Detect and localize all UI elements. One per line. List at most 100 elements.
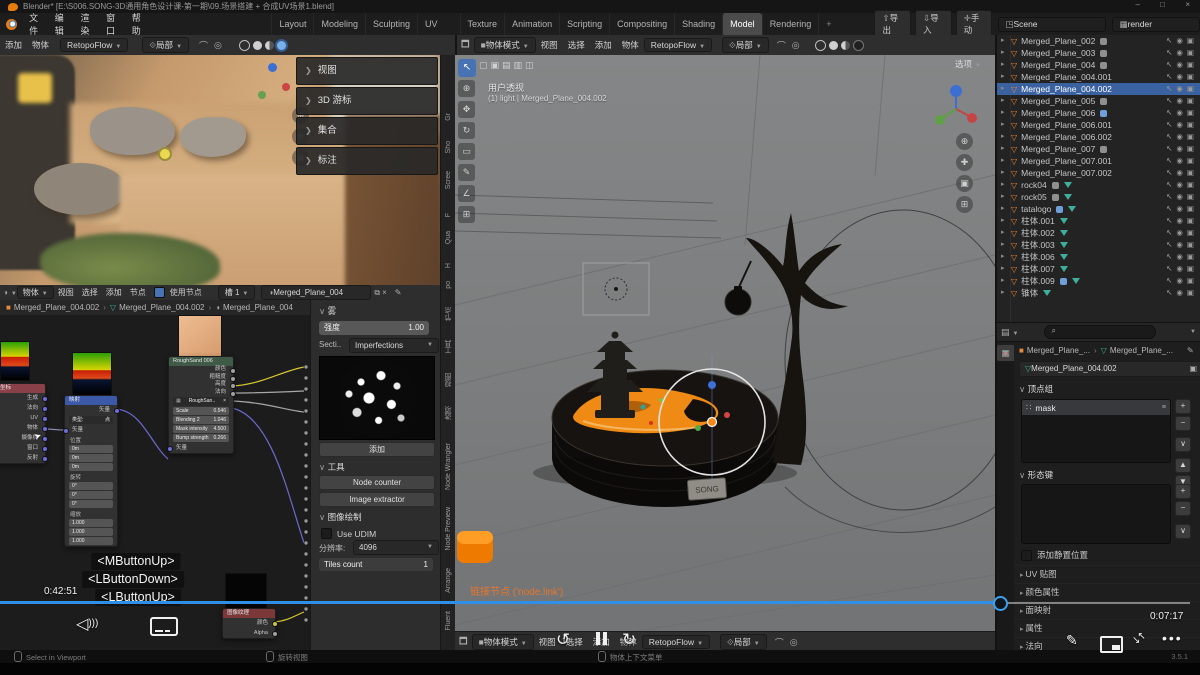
value-field[interactable]: 0m <box>69 463 113 471</box>
node-counter-button[interactable]: Node counter <box>319 475 435 490</box>
volume-icon[interactable]: ◁))) <box>76 614 98 634</box>
object-name[interactable]: 锥体 <box>1021 288 1038 298</box>
menu-item[interactable]: 窗口 <box>100 11 126 37</box>
vertex-groups-panel-header[interactable]: ∨ 顶点组 <box>1019 383 1053 395</box>
sidebar-tab[interactable]: F <box>442 213 455 217</box>
row-restriction-icons[interactable]: ↖◉▣ <box>1166 239 1198 251</box>
object-name[interactable]: Merged_Plane_004.001 <box>1021 72 1112 82</box>
socket-icon[interactable] <box>42 426 48 432</box>
sidebar-tab[interactable]: Node Preview <box>442 507 455 551</box>
row-restriction-icons[interactable]: ↖◉▣ <box>1166 107 1198 119</box>
socket-icon[interactable] <box>230 391 236 397</box>
sidebar-tab[interactable]: 视图 <box>442 373 455 387</box>
rest-position-checkbox[interactable]: 添加静置位置 <box>1021 549 1088 561</box>
outliner-row[interactable]: ▸ ▽Merged_Plane_007.001 ↖◉▣ <box>997 155 1200 167</box>
outliner-row[interactable]: ▸ ▽Merged_Plane_007.002 ↖◉▣ <box>997 167 1200 179</box>
node-output-row[interactable]: 反射 <box>0 453 45 463</box>
chevron-down-icon[interactable]: ▼ <box>1190 329 1196 335</box>
panel-header[interactable]: ∨ 雾 <box>319 305 336 317</box>
outliner-row[interactable]: ▸ ▽Merged_Plane_002 ↖◉▣ <box>997 35 1200 47</box>
view-layer-selector[interactable]: ▦ render <box>1112 17 1200 32</box>
outliner-row[interactable]: ▸ ▽Merged_Plane_005 ↖◉▣ <box>997 95 1200 107</box>
node-output-row[interactable]: 高度 <box>169 381 233 389</box>
scene-selector[interactable]: ◳ Scene <box>998 17 1106 32</box>
overlay-menu-item[interactable]: ❯标注 <box>296 147 438 175</box>
disclosure-triangle-icon[interactable]: ▸ <box>1001 167 1005 179</box>
fake-user-icon[interactable]: ⧉ <box>374 288 380 298</box>
breadcrumb-object[interactable]: Merged_Plane_004.002 <box>14 303 99 312</box>
disclosure-triangle-icon[interactable]: ▸ <box>1001 203 1005 215</box>
workspace-tab[interactable]: Shading <box>674 13 722 35</box>
remove-vertex-group-button[interactable]: − <box>1175 416 1191 431</box>
sidebar-tab[interactable]: po <box>442 281 455 289</box>
object-name[interactable]: 柱体.006 <box>1021 252 1055 262</box>
pip-icon[interactable] <box>1100 636 1123 653</box>
vertex-groups-list[interactable]: ∷ mask ≡ <box>1021 399 1171 463</box>
object-name[interactable]: tatalogo <box>1021 204 1051 214</box>
row-restriction-icons[interactable]: ↖◉▣ <box>1166 143 1198 155</box>
menu-item[interactable]: 节点 <box>126 287 150 298</box>
shader-type-dropdown[interactable]: 物体▼ <box>17 286 54 299</box>
transform-orientation-dropdown[interactable]: ⟐ 局部▼ <box>142 37 189 53</box>
collapsed-panel-header[interactable]: ▸ UV 贴图 <box>1014 565 1200 583</box>
outliner-row[interactable]: ▸ ▽柱体.001 ↖◉▣ <box>997 215 1200 227</box>
object-name[interactable]: Merged_Plane_006.001 <box>1021 120 1112 130</box>
value-field[interactable]: 0° <box>69 482 113 490</box>
socket-icon[interactable] <box>42 406 48 412</box>
unlink-icon[interactable]: × <box>382 288 387 297</box>
overlay-menu-item[interactable]: ❯集合 <box>296 117 438 145</box>
value-slider[interactable]: Bump strength0.266 <box>173 434 229 442</box>
move-up-button[interactable]: ▲ <box>1175 458 1191 473</box>
sidebar-tab[interactable]: Gr <box>442 113 455 121</box>
disclosure-triangle-icon[interactable]: ▸ <box>1001 239 1005 251</box>
disclosure-triangle-icon[interactable]: ▸ <box>1001 227 1005 239</box>
transform-orientation-dropdown[interactable]: ⟐ 局部▼ <box>720 634 767 650</box>
outliner-row[interactable]: ▸ ▽Merged_Plane_004.002 ↖◉▣ <box>997 83 1200 95</box>
rendered-shading-icon[interactable] <box>277 41 286 50</box>
node-output-row[interactable]: 生成 <box>0 393 45 403</box>
mode-dropdown[interactable]: ■ 物体模式▼ <box>474 37 536 53</box>
pan-hand-icon[interactable]: ✚ <box>956 154 973 171</box>
socket-icon[interactable] <box>42 446 48 452</box>
maximize-button[interactable]: □ <box>1160 0 1165 9</box>
disclosure-triangle-icon[interactable]: ▸ <box>1001 71 1005 83</box>
value-field[interactable]: 0° <box>69 500 113 508</box>
workspace-tab[interactable]: Rendering <box>762 13 819 35</box>
node-output-row[interactable]: Alpha <box>223 628 275 638</box>
workspace-tab[interactable]: Modeling <box>313 13 365 35</box>
image-paint-panel-header[interactable]: ∨ 图像绘制 <box>319 511 362 523</box>
texture-preview-box[interactable] <box>319 356 435 440</box>
annotate-pencil-icon[interactable]: ✎ <box>1066 632 1078 649</box>
value-slider[interactable]: Blending 21.046 <box>173 416 229 424</box>
workspace-tab[interactable]: Texture Paint <box>460 13 505 35</box>
outliner-row[interactable]: ▸ ▽柱体.007 ↖◉▣ <box>997 263 1200 275</box>
material-name-field[interactable]: ◑ Merged_Plane_004 <box>261 285 371 300</box>
row-restriction-icons[interactable]: ↖◉▣ <box>1166 203 1198 215</box>
workspace-tab[interactable]: Layout <box>271 13 313 35</box>
wireframe-shading-icon[interactable] <box>239 40 250 51</box>
disclosure-triangle-icon[interactable]: ▸ <box>1001 275 1005 287</box>
properties-tab-icon[interactable]: ▦ <box>997 345 1014 361</box>
outliner-row[interactable]: ▸ ▽柱体.009 ↖◉▣ <box>997 275 1200 287</box>
node-output-row[interactable]: 颜色 <box>223 618 275 628</box>
solid-shading-icon[interactable] <box>253 41 262 50</box>
wireframe-shading-icon[interactable] <box>815 40 826 51</box>
disclosure-triangle-icon[interactable]: ▸ <box>1001 47 1005 59</box>
image-texture-node[interactable]: 图像纹理 颜色 Alpha <box>222 608 276 639</box>
value-slider[interactable]: Scale0.546 <box>173 407 229 415</box>
object-name[interactable]: Merged_Plane_007.001 <box>1021 156 1112 166</box>
outliner-row[interactable]: ▸ ▽柱体.003 ↖◉▣ <box>997 239 1200 251</box>
navigation-gizmo[interactable] <box>252 63 294 105</box>
subtitle-icon[interactable] <box>150 617 178 636</box>
menu-item[interactable]: 视图 <box>54 287 78 298</box>
editor-type-icon[interactable]: ▤▼ <box>1001 327 1018 338</box>
mode-dropdown[interactable]: ■ 物体模式▼ <box>472 634 534 650</box>
rendered-shading-icon[interactable] <box>853 40 864 51</box>
vertex-group-row[interactable]: ∷ mask ≡ <box>1022 400 1170 415</box>
resolution-dropdown[interactable]: 4096▼ <box>353 540 439 555</box>
manual-button[interactable]: ✛ 手动 <box>956 10 993 38</box>
transform-orientation-dropdown[interactable]: ⟐ 局部▼ <box>722 37 769 53</box>
material-slot-dropdown[interactable]: 槽 1▼ <box>218 285 256 300</box>
menu-item[interactable]: 添加 <box>102 287 126 298</box>
mapping-type-dropdown[interactable]: 类型:点 <box>69 416 113 424</box>
